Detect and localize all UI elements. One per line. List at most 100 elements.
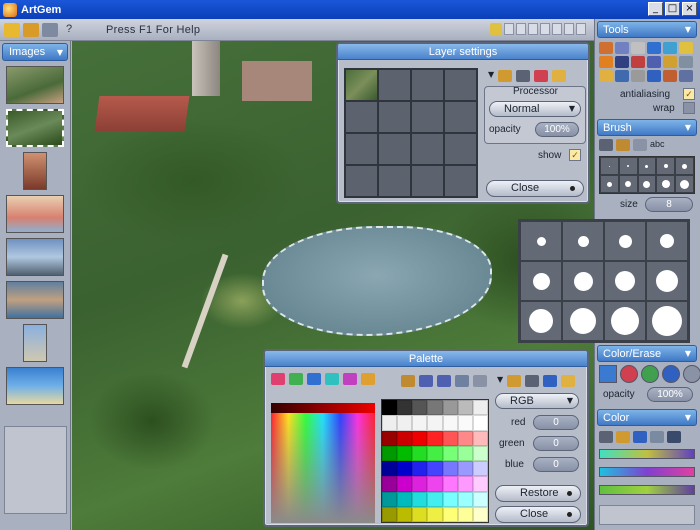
picker-icon[interactable]: [633, 431, 647, 443]
images-panel-header[interactable]: Images ▼: [2, 43, 68, 61]
antialiasing-checkbox[interactable]: ✓: [683, 88, 695, 100]
green-value[interactable]: 0: [533, 436, 579, 451]
brush-size-cell[interactable]: [637, 175, 657, 193]
brush-option[interactable]: [646, 261, 688, 301]
star-tool-icon[interactable]: [663, 56, 677, 68]
color-cell[interactable]: [442, 430, 458, 446]
brush-option[interactable]: [646, 221, 688, 261]
color-cell[interactable]: [382, 415, 398, 431]
brush-option[interactable]: [604, 221, 646, 261]
brush-tool-icon[interactable]: [599, 42, 613, 54]
color-cell[interactable]: [427, 400, 443, 416]
color-cell[interactable]: [412, 415, 428, 431]
wand-tool-icon[interactable]: [647, 56, 661, 68]
swatch-icon[interactable]: [271, 373, 285, 385]
arrow-icon[interactable]: [473, 375, 487, 387]
color-cell[interactable]: [382, 506, 398, 522]
color-cell[interactable]: [442, 506, 458, 522]
spray-icon[interactable]: [633, 139, 647, 151]
layer-cell[interactable]: [378, 101, 411, 133]
color-cell[interactable]: [442, 400, 458, 416]
swatch-icon[interactable]: [325, 373, 339, 385]
image-thumbnail[interactable]: [6, 281, 64, 319]
view-tab[interactable]: [528, 23, 538, 35]
view-tab[interactable]: [564, 23, 574, 35]
image-thumbnail-selected[interactable]: [6, 109, 64, 147]
crop-tool-icon[interactable]: [663, 70, 677, 82]
layout-icon[interactable]: [490, 23, 502, 35]
color-cell[interactable]: [427, 506, 443, 522]
mode-swatch[interactable]: [641, 365, 659, 383]
brush-option[interactable]: [562, 221, 604, 261]
layer-cell[interactable]: [378, 133, 411, 165]
layer-settings-title[interactable]: Layer settings: [338, 44, 588, 60]
brush-size-cell[interactable]: [637, 157, 657, 175]
layer-cell[interactable]: [378, 165, 411, 197]
layer-opacity-value[interactable]: 100%: [535, 122, 579, 137]
layer-cell[interactable]: [444, 165, 477, 197]
color-cell[interactable]: [457, 491, 473, 507]
color-cell[interactable]: [397, 506, 413, 522]
color-cell[interactable]: [472, 400, 488, 416]
color-model-select[interactable]: RGB: [495, 393, 579, 409]
move-tool-icon[interactable]: [679, 56, 693, 68]
color-cell[interactable]: [457, 430, 473, 446]
color-cell[interactable]: [412, 445, 428, 461]
layer-cell[interactable]: [411, 165, 444, 197]
layer-cell[interactable]: [345, 165, 378, 197]
wrap-checkbox[interactable]: [683, 102, 695, 114]
color-strip[interactable]: [271, 403, 375, 413]
swap-icon[interactable]: [667, 431, 681, 443]
palette-tool-icon[interactable]: [419, 375, 433, 387]
color-cell[interactable]: [427, 415, 443, 431]
refresh-icon[interactable]: [561, 375, 576, 387]
folder-icon[interactable]: [23, 22, 39, 37]
color-mode-swatch[interactable]: [599, 365, 617, 383]
gradient-tool-icon[interactable]: [647, 70, 661, 82]
color-cell[interactable]: [472, 491, 488, 507]
view-tab[interactable]: [540, 23, 550, 35]
brush-size-cell[interactable]: [675, 157, 694, 175]
color-cell[interactable]: [382, 476, 398, 492]
image-thumbnail[interactable]: [6, 238, 64, 276]
drop-icon[interactable]: [599, 431, 613, 443]
brush-drop-icon[interactable]: [599, 139, 613, 151]
color-cell[interactable]: [427, 461, 443, 477]
color-cell[interactable]: [412, 430, 428, 446]
pen-tool-icon[interactable]: [599, 56, 613, 68]
gradient-icon[interactable]: [650, 431, 664, 443]
color-cell[interactable]: [457, 476, 473, 492]
color-cell[interactable]: [412, 461, 428, 477]
brush-size-value[interactable]: 8: [645, 197, 693, 212]
show-checkbox[interactable]: ✓: [569, 149, 581, 161]
tools-header[interactable]: Tools ▼: [597, 21, 697, 38]
layer-cell[interactable]: [345, 101, 378, 133]
color-cell[interactable]: [427, 476, 443, 492]
color-cell[interactable]: [382, 445, 398, 461]
pencil-icon[interactable]: [616, 139, 630, 151]
open-folder-icon[interactable]: [4, 22, 20, 37]
layer-cell[interactable]: [444, 69, 477, 101]
brush-option[interactable]: [520, 221, 562, 261]
mode-swatch[interactable]: [683, 365, 700, 383]
fill-tool-icon[interactable]: [663, 42, 677, 54]
color-cell[interactable]: [397, 430, 413, 446]
color-cell[interactable]: [457, 461, 473, 477]
color-cell[interactable]: [397, 400, 413, 416]
color-cell[interactable]: [412, 476, 428, 492]
color-header[interactable]: Color ▼: [597, 409, 697, 426]
color-cell[interactable]: [442, 476, 458, 492]
brush-option[interactable]: [604, 261, 646, 301]
color-cell[interactable]: [397, 445, 413, 461]
zoom-tool-icon[interactable]: [679, 70, 693, 82]
image-thumbnail[interactable]: [23, 152, 47, 190]
brush-size-cell[interactable]: [656, 157, 676, 175]
gradient-bar[interactable]: [599, 449, 695, 459]
brush-header[interactable]: Brush ▼: [597, 119, 697, 136]
chevron-down-icon[interactable]: ▼: [57, 48, 63, 57]
smudge-tool-icon[interactable]: [631, 70, 645, 82]
text-tool-icon[interactable]: [599, 70, 613, 82]
palette-close-button[interactable]: Close: [495, 506, 581, 523]
brush-size-cell[interactable]: [675, 175, 694, 193]
brush-option[interactable]: [562, 301, 604, 341]
